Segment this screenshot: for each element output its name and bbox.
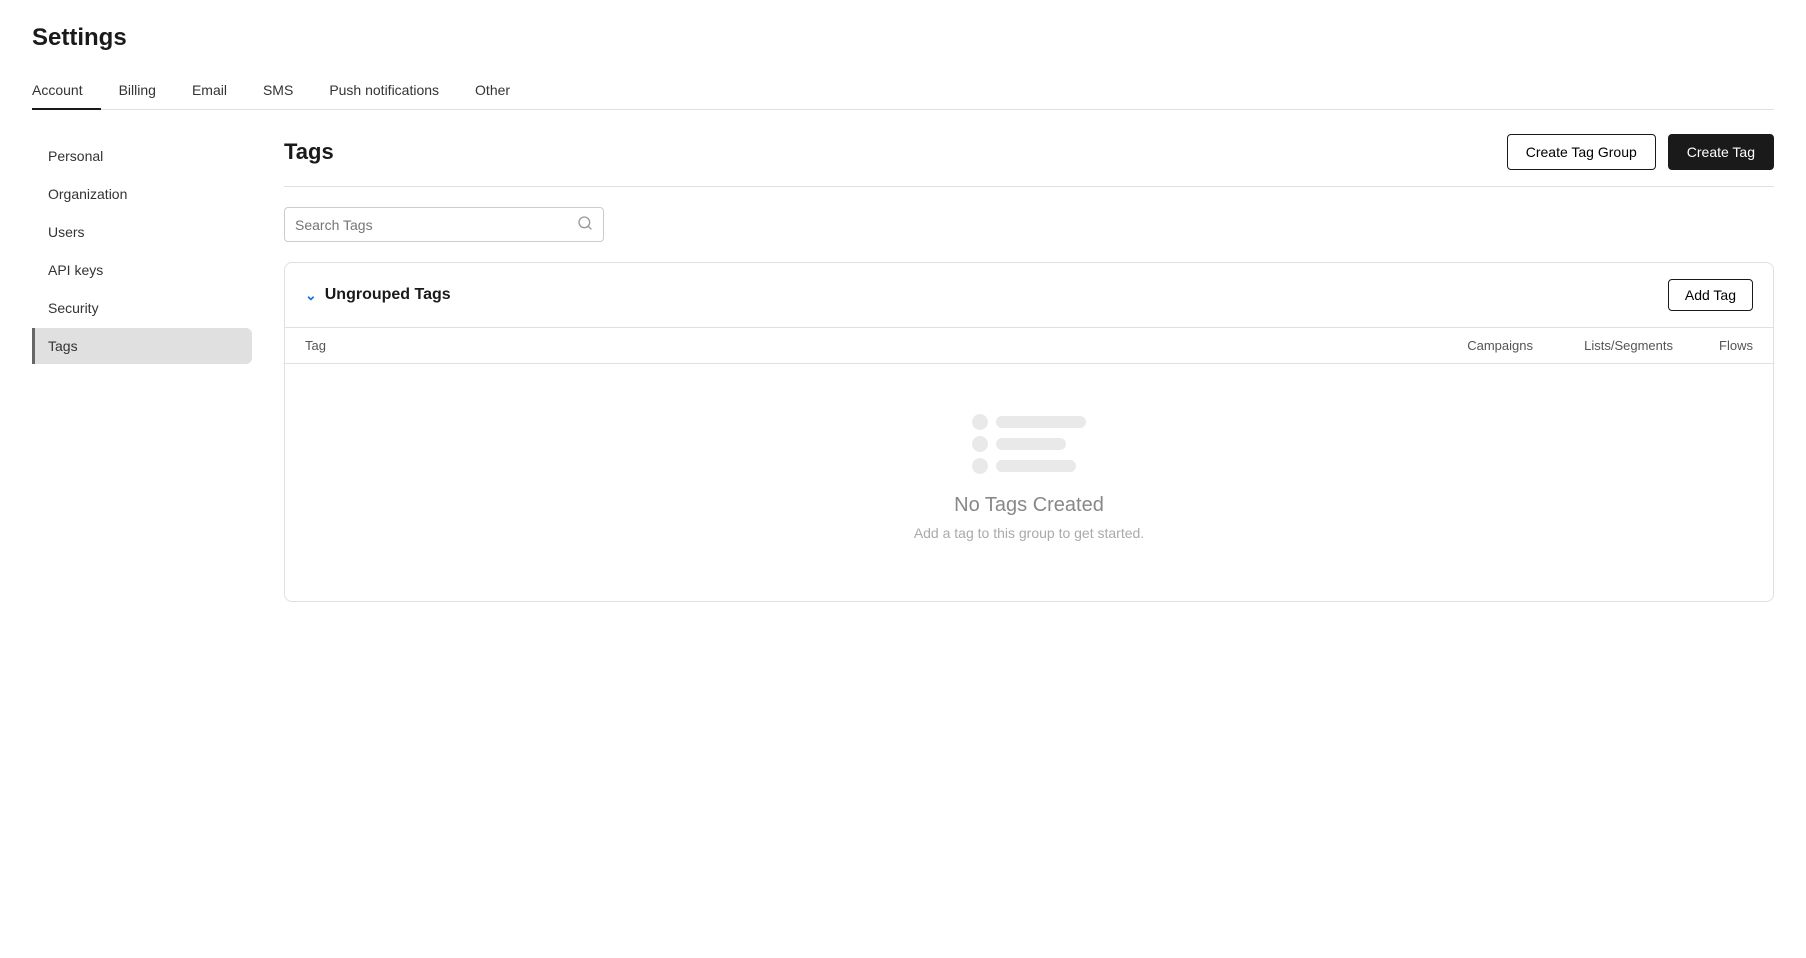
sidebar: Personal Organization Users API keys Sec… [32,134,252,602]
placeholder-bar-2 [996,438,1066,450]
search-icon [577,215,593,234]
col-header-flows: Flows [1673,338,1753,353]
col-header-campaigns: Campaigns [1413,338,1533,353]
sidebar-item-users[interactable]: Users [32,214,252,250]
sidebar-item-security[interactable]: Security [32,290,252,326]
tab-push-notifications[interactable]: Push notifications [311,72,457,110]
col-header-lists-segments: Lists/Segments [1533,338,1673,353]
placeholder-row-1 [972,414,1086,430]
sidebar-item-api-keys[interactable]: API keys [32,252,252,288]
content-area: Personal Organization Users API keys Sec… [0,110,1806,626]
placeholder-circle-2 [972,436,988,452]
empty-subtitle: Add a tag to this group to get started. [914,525,1144,541]
chevron-down-icon: ⌄ [305,287,317,304]
sidebar-item-organization[interactable]: Organization [32,176,252,212]
placeholder-bar-1 [996,416,1086,428]
header-buttons: Create Tag Group Create Tag [1507,134,1774,170]
tab-sms[interactable]: SMS [245,72,311,110]
placeholder-row-2 [972,436,1086,452]
tab-other[interactable]: Other [457,72,528,110]
tags-header: Tags Create Tag Group Create Tag [284,134,1774,170]
sidebar-item-tags[interactable]: Tags [32,328,252,364]
main-content: Tags Create Tag Group Create Tag [252,134,1774,602]
header-divider [284,186,1774,187]
tags-panel: ⌄ Ungrouped Tags Add Tag Tag Campaigns L… [284,262,1774,602]
create-tag-group-button[interactable]: Create Tag Group [1507,134,1656,170]
placeholder-bar-3 [996,460,1076,472]
add-tag-button[interactable]: Add Tag [1668,279,1753,311]
placeholder-circle-3 [972,458,988,474]
panel-title: ⌄ Ungrouped Tags [305,286,451,304]
panel-title-text: Ungrouped Tags [325,286,451,304]
top-nav: Account Billing Email SMS Push notificat… [32,72,1774,110]
empty-state: No Tags Created Add a tag to this group … [285,364,1773,601]
create-tag-button[interactable]: Create Tag [1668,134,1774,170]
tab-email[interactable]: Email [174,72,245,110]
empty-title: No Tags Created [954,494,1104,517]
panel-header: ⌄ Ungrouped Tags Add Tag [285,263,1773,328]
tags-section-title: Tags [284,139,334,165]
empty-placeholder-graphic [972,414,1086,474]
page-title: Settings [32,24,1774,52]
tab-account[interactable]: Account [32,72,101,110]
search-bar-wrapper [284,207,1774,242]
col-header-tag: Tag [305,338,1413,353]
search-input[interactable] [295,217,573,233]
table-header: Tag Campaigns Lists/Segments Flows [285,328,1773,364]
page-header: Settings Account Billing Email SMS Push … [0,0,1806,110]
placeholder-row-3 [972,458,1086,474]
placeholder-circle-1 [972,414,988,430]
search-input-container[interactable] [284,207,604,242]
tab-billing[interactable]: Billing [101,72,174,110]
sidebar-item-personal[interactable]: Personal [32,138,252,174]
